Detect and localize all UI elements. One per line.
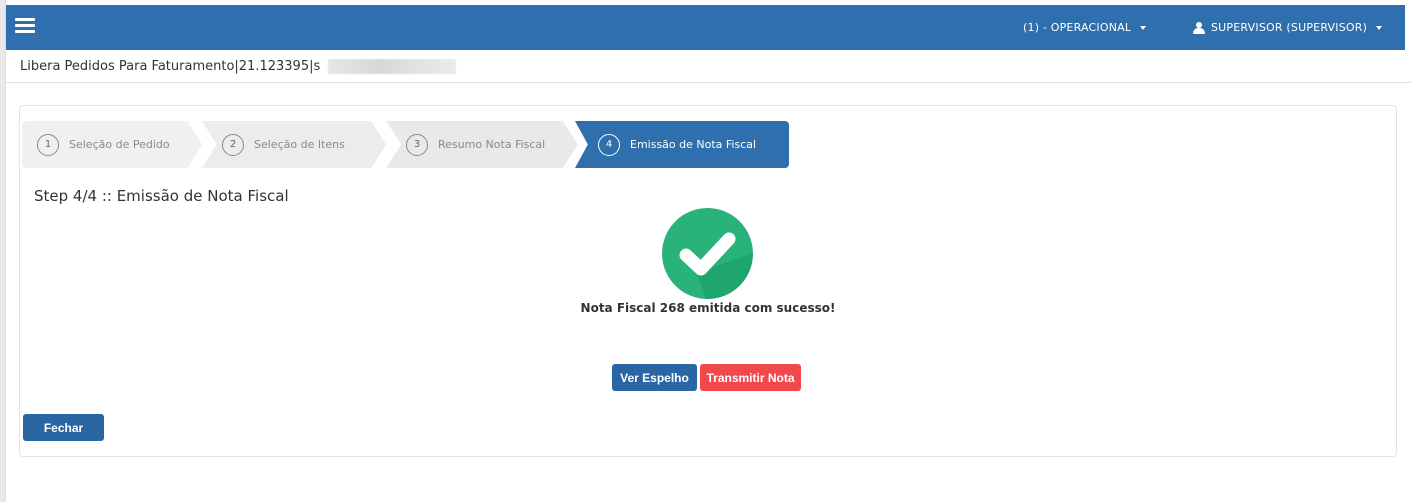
breadcrumb-bar: Libera Pedidos Para Faturamento|21.12339…	[6, 50, 1411, 83]
caret-down-icon	[1140, 25, 1147, 30]
ver-espelho-button[interactable]: Ver Espelho	[612, 364, 697, 391]
step-number: 1	[37, 133, 59, 156]
step-number: 2	[222, 133, 244, 156]
breadcrumb: Libera Pedidos Para Faturamento|21.12339…	[20, 59, 321, 74]
step-number: 3	[406, 133, 428, 156]
operacional-dropdown[interactable]: (1) - OPERACIONAL	[1023, 5, 1147, 50]
check-circle-icon	[662, 208, 754, 299]
user-dropdown[interactable]: SUPERVISOR (SUPERVISOR)	[1193, 5, 1383, 50]
wizard-step-1[interactable]: 1 Seleção de Pedido	[22, 121, 202, 168]
wizard-step-3[interactable]: 3 Resumo Nota Fiscal	[386, 121, 578, 168]
step-number: 4	[598, 133, 620, 156]
transmitir-nota-button[interactable]: Transmitir Nota	[700, 364, 801, 391]
top-navbar: (1) - OPERACIONAL SUPERVISOR (SUPERVISOR…	[6, 5, 1405, 50]
caret-down-icon	[1376, 25, 1383, 30]
fechar-button[interactable]: Fechar	[23, 414, 104, 441]
hamburger-menu-icon[interactable]	[15, 18, 35, 34]
wizard-steps: 1 Seleção de Pedido 2 Seleção de Itens 3…	[22, 121, 792, 168]
user-icon	[1193, 21, 1205, 34]
step-title: Step 4/4 :: Emissão de Nota Fiscal	[34, 187, 289, 205]
step-label: Seleção de Pedido	[69, 138, 170, 151]
user-label: SUPERVISOR (SUPERVISOR)	[1211, 21, 1368, 34]
wizard-panel: 1 Seleção de Pedido 2 Seleção de Itens 3…	[19, 105, 1397, 457]
operacional-label: (1) - OPERACIONAL	[1023, 21, 1132, 34]
step-label: Resumo Nota Fiscal	[438, 138, 546, 151]
redacted-text	[328, 59, 456, 74]
wizard-step-2[interactable]: 2 Seleção de Itens	[202, 121, 386, 168]
step-label: Seleção de Itens	[254, 138, 345, 151]
success-message: Nota Fiscal 268 emitida com sucesso!	[580, 301, 836, 315]
wizard-step-4-active[interactable]: 4 Emissão de Nota Fiscal	[575, 121, 789, 168]
step-label: Emissão de Nota Fiscal	[630, 138, 757, 151]
